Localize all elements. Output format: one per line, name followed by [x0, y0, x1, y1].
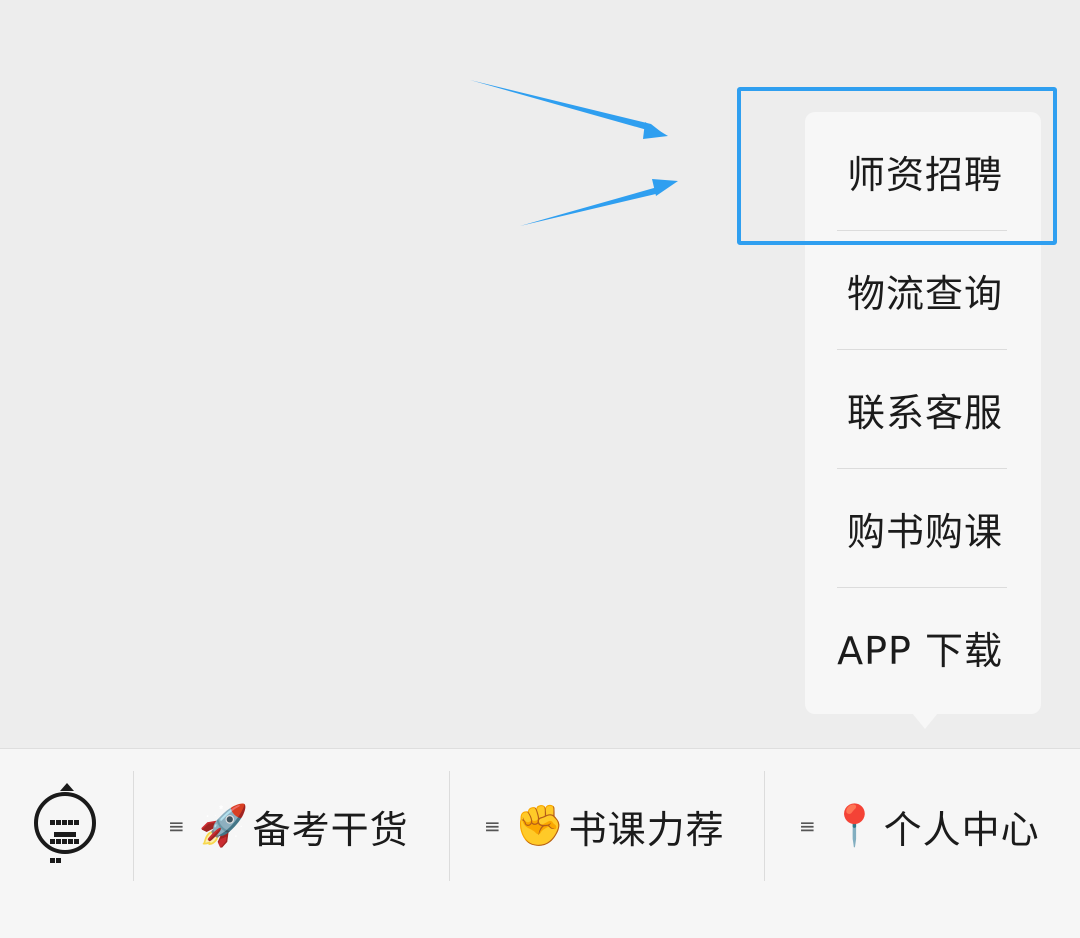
menu-item-label: APP 下载	[837, 628, 1003, 673]
divider	[449, 771, 450, 881]
arrow-upper-head	[643, 122, 668, 139]
menu-item-label: 购书购课	[846, 509, 1003, 554]
keyboard-icon[interactable]	[34, 783, 96, 863]
fist-icon: ✊	[514, 803, 565, 849]
caret-up-icon	[60, 783, 74, 791]
menu-lines-icon: ≡	[799, 814, 816, 838]
menu-item-buy-books-courses[interactable]: 购书购课	[805, 469, 1041, 587]
tab-personal-center[interactable]: ≡ 📍 个人中心	[799, 771, 1040, 881]
tab-label: 备考干货	[252, 807, 409, 852]
menu-item-app-download[interactable]: APP 下载	[805, 588, 1041, 706]
arrow-upper	[470, 80, 665, 135]
menu-lines-icon: ≡	[484, 814, 501, 838]
divider	[764, 771, 765, 881]
rocket-icon: 🚀	[198, 803, 249, 849]
highlight-box	[737, 87, 1057, 245]
keyboard-keys	[50, 812, 82, 869]
menu-item-logistics-query[interactable]: 物流查询	[805, 231, 1041, 349]
popup-caret	[912, 713, 938, 729]
menu-item-label: 物流查询	[846, 271, 1003, 316]
tab-exam-prep[interactable]: ≡ 🚀 备考干货	[168, 771, 409, 881]
menu-item-contact-service[interactable]: 联系客服	[805, 350, 1041, 468]
arrow-lower	[520, 182, 675, 226]
pin-icon: 📍	[829, 803, 880, 849]
menu-item-label: 联系客服	[846, 390, 1003, 435]
divider	[133, 771, 134, 881]
tab-label: 书课力荐	[568, 807, 725, 852]
tab-recommended-courses[interactable]: ≡ ✊ 书课力荐	[484, 771, 725, 881]
arrow-lower-head	[652, 179, 678, 196]
tab-label: 个人中心	[883, 807, 1040, 852]
menu-lines-icon: ≡	[168, 814, 185, 838]
bottom-menu-bar: ≡ 🚀 备考干货 ≡ ✊ 书课力荐 ≡ 📍 个人中心	[0, 748, 1080, 938]
keyboard-space-key	[54, 832, 76, 837]
